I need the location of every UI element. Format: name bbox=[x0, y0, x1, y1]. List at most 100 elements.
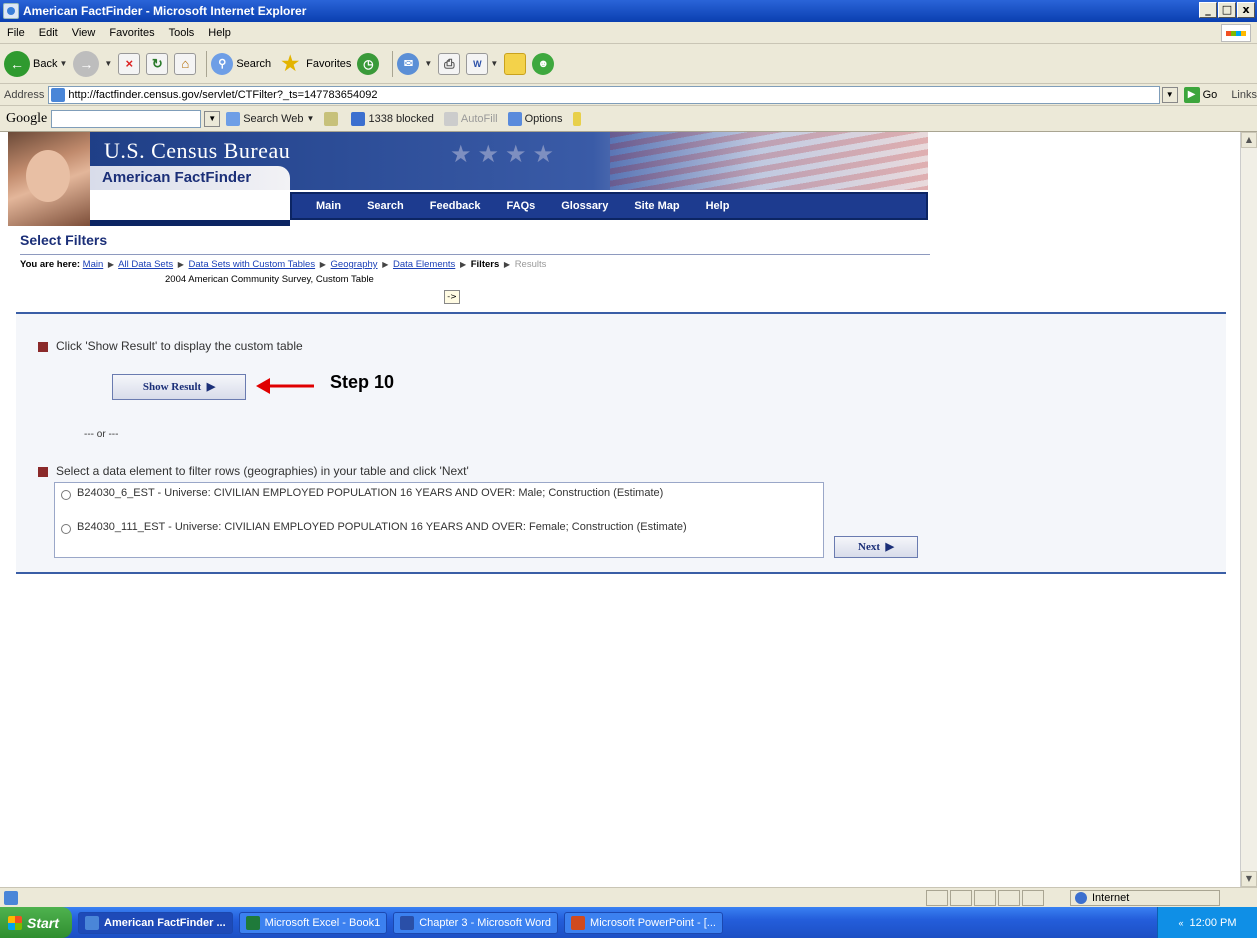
status-panes bbox=[926, 890, 1046, 906]
popup-blocker-button[interactable]: 1338 blocked bbox=[351, 111, 434, 126]
mail-button[interactable]: ✉ ▼ bbox=[397, 52, 433, 75]
taskbar-item-ie[interactable]: American FactFinder ... bbox=[78, 911, 233, 934]
or-separator: --- or --- bbox=[84, 429, 119, 440]
address-dropdown-button[interactable]: ▼ bbox=[1161, 86, 1178, 103]
page-icon bbox=[51, 87, 66, 102]
scroll-up-button[interactable]: ▲ bbox=[1241, 132, 1257, 148]
header-underline bbox=[90, 220, 290, 226]
address-url: http://factfinder.census.gov/servlet/CTF… bbox=[68, 88, 378, 101]
breadcrumb-main[interactable]: Main bbox=[83, 259, 104, 270]
stop-button[interactable]: × bbox=[118, 52, 141, 75]
chevron-down-icon: ▼ bbox=[306, 114, 315, 123]
nav-site-map[interactable]: Site Map bbox=[634, 200, 679, 212]
option-label: B24030_111_EST - Universe: CIVILIAN EMPL… bbox=[77, 521, 687, 533]
menu-favorites[interactable]: Favorites bbox=[102, 27, 161, 39]
expand-arrow-button[interactable]: -> bbox=[444, 290, 460, 304]
data-element-option[interactable]: B24030_111_EST - Universe: CIVILIAN EMPL… bbox=[61, 521, 817, 534]
breadcrumb-geography[interactable]: Geography bbox=[331, 259, 378, 270]
word-icon bbox=[400, 915, 415, 930]
home-icon: ⌂ bbox=[174, 52, 197, 75]
page-title: Select Filters bbox=[20, 232, 108, 248]
show-result-button[interactable]: Show Result ▶ bbox=[112, 374, 246, 400]
play-arrow-icon: ▶ bbox=[882, 541, 894, 553]
breadcrumb-arrow-icon: ▶ bbox=[319, 260, 326, 269]
menu-view[interactable]: View bbox=[65, 27, 103, 39]
refresh-button[interactable]: ↻ bbox=[146, 52, 169, 75]
scroll-down-button[interactable]: ▼ bbox=[1241, 871, 1257, 887]
breadcrumb-arrow-icon: ▶ bbox=[459, 260, 467, 269]
links-button[interactable]: Links bbox=[1231, 89, 1257, 101]
nav-help[interactable]: Help bbox=[706, 200, 730, 212]
forward-button[interactable]: → ▼ bbox=[73, 50, 112, 77]
menu-help[interactable]: Help bbox=[201, 27, 238, 39]
google-logo[interactable]: Google bbox=[6, 111, 47, 127]
nav-search[interactable]: Search bbox=[367, 200, 404, 212]
google-toolbar: Google ▼ Search Web ▼ 1338 blocked AutoF… bbox=[0, 106, 1257, 132]
breadcrumb-data-sets-custom[interactable]: Data Sets with Custom Tables bbox=[189, 259, 316, 270]
nav-feedback[interactable]: Feedback bbox=[430, 200, 481, 212]
radio-button[interactable] bbox=[61, 490, 71, 500]
taskbar-item-powerpoint[interactable]: Microsoft PowerPoint - [... bbox=[564, 911, 723, 934]
autofill-button[interactable]: AutoFill bbox=[443, 111, 498, 126]
clock: 12:00 PM bbox=[1189, 916, 1237, 929]
breadcrumb-prefix: You are here: bbox=[20, 259, 81, 270]
data-element-option[interactable]: B24030_6_EST - Universe: CIVILIAN EMPLOY… bbox=[61, 487, 817, 500]
search-icon: ⚲ bbox=[211, 52, 234, 75]
flag-stripes-decoration bbox=[610, 132, 928, 190]
search-button[interactable]: ⚲ Search bbox=[211, 52, 272, 75]
chevron-down-icon: ▼ bbox=[424, 59, 433, 68]
red-arrow-icon bbox=[256, 378, 314, 394]
refresh-icon: ↻ bbox=[146, 52, 169, 75]
go-arrow-icon: ▶ bbox=[1183, 86, 1200, 103]
google-search-input[interactable] bbox=[51, 109, 202, 128]
nav-main[interactable]: Main bbox=[316, 200, 341, 212]
folder-button[interactable] bbox=[504, 52, 527, 75]
search-label: Search bbox=[236, 57, 272, 70]
search-web-button[interactable]: Search Web ▼ bbox=[226, 111, 315, 126]
go-label: Go bbox=[1202, 88, 1218, 101]
print-button[interactable]: ⎙ bbox=[438, 52, 461, 75]
nav-faqs[interactable]: FAQs bbox=[507, 200, 536, 212]
minimize-button[interactable]: _ bbox=[1199, 2, 1217, 18]
ie-icon bbox=[85, 915, 99, 930]
address-label: Address bbox=[4, 88, 45, 101]
american-factfinder-logo[interactable]: American FactFinder bbox=[90, 166, 290, 190]
site-nav: Main Search Feedback FAQs Glossary Site … bbox=[290, 192, 928, 220]
show-result-instruction: Click 'Show Result' to display the custo… bbox=[38, 339, 303, 353]
header-photo bbox=[8, 132, 90, 226]
breadcrumb-arrow-icon: ▶ bbox=[382, 260, 389, 269]
taskbar-item-word[interactable]: Chapter 3 - Microsoft Word bbox=[393, 911, 559, 934]
back-button[interactable]: ← Back ▼ bbox=[4, 50, 67, 77]
next-button[interactable]: Next ▶ bbox=[834, 536, 918, 558]
option-label: B24030_6_EST - Universe: CIVILIAN EMPLOY… bbox=[77, 487, 664, 499]
nav-glossary[interactable]: Glossary bbox=[561, 200, 608, 212]
print-icon: ⎙ bbox=[438, 52, 461, 75]
pagerank-button[interactable] bbox=[324, 111, 341, 126]
edit-button[interactable]: W ▼ bbox=[466, 52, 498, 75]
vertical-scrollbar[interactable]: ▲ ▼ bbox=[1240, 132, 1257, 887]
messenger-button[interactable]: ☻ bbox=[532, 52, 557, 75]
address-input[interactable]: http://factfinder.census.gov/servlet/CTF… bbox=[48, 85, 1160, 104]
tray-expand-icon[interactable]: « bbox=[1178, 918, 1183, 928]
menu-edit[interactable]: Edit bbox=[32, 27, 65, 39]
favorites-button[interactable]: ★ Favorites bbox=[277, 51, 351, 77]
binoculars-icon bbox=[226, 111, 241, 126]
go-button[interactable]: ▶ Go bbox=[1183, 86, 1218, 103]
options-button[interactable]: Options bbox=[507, 111, 563, 126]
menu-file[interactable]: File bbox=[0, 27, 32, 39]
close-button[interactable]: x bbox=[1237, 2, 1255, 18]
menu-tools[interactable]: Tools bbox=[162, 27, 202, 39]
search-web-label: Search Web bbox=[243, 112, 304, 125]
breadcrumb-data-elements[interactable]: Data Elements bbox=[393, 259, 455, 270]
radio-button[interactable] bbox=[61, 524, 71, 534]
home-button[interactable]: ⌂ bbox=[174, 52, 197, 75]
breadcrumb-all-data-sets[interactable]: All Data Sets bbox=[118, 259, 173, 270]
maximize-button[interactable]: □ bbox=[1218, 2, 1236, 18]
powerpoint-icon bbox=[571, 915, 586, 930]
start-button[interactable]: Start bbox=[0, 907, 72, 938]
history-button[interactable]: ◷ bbox=[357, 52, 382, 75]
highlighter-button[interactable] bbox=[572, 111, 584, 126]
taskbar-item-excel[interactable]: Microsoft Excel - Book1 bbox=[238, 911, 388, 934]
google-search-dropdown[interactable]: ▼ bbox=[204, 110, 221, 127]
stop-icon: × bbox=[118, 52, 141, 75]
